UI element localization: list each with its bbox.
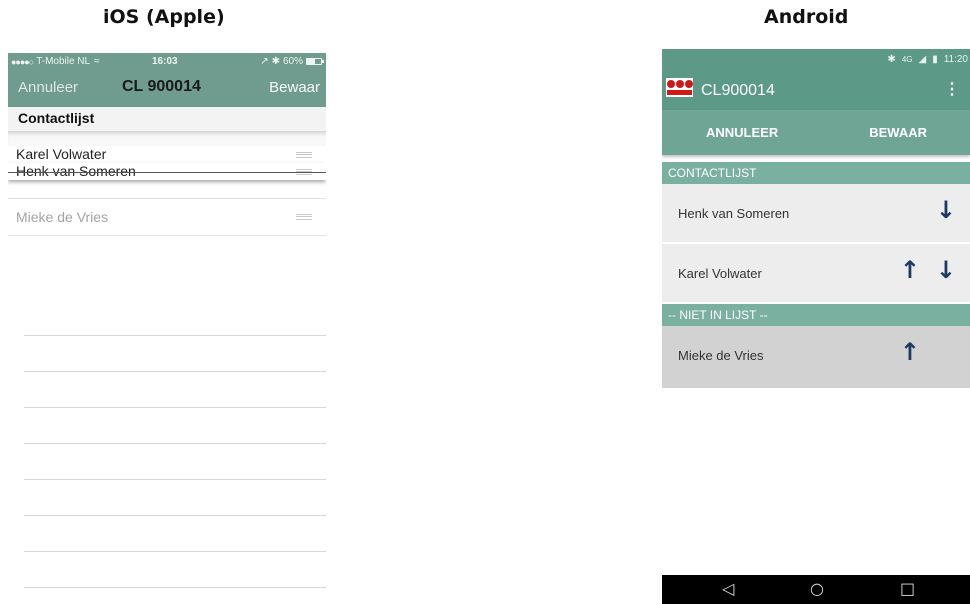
status-time: 16:03 xyxy=(152,56,178,67)
action-bar: ANNULEER BEWAAR xyxy=(662,110,970,155)
home-icon[interactable]: ○ xyxy=(810,579,824,598)
page-title: CL 900014 xyxy=(122,78,201,95)
cancel-button[interactable]: Annuleer xyxy=(18,79,78,96)
list-item: Mieke de Vries ↑ xyxy=(662,326,970,390)
move-down-arrow-icon[interactable]: ↓ xyxy=(936,256,956,284)
cancel-button[interactable]: ANNULEER xyxy=(706,125,778,140)
contact-name: Mieke de Vries xyxy=(16,209,109,225)
list-item[interactable]: Karel Volwater xyxy=(8,146,326,163)
contact-name: Mieke de Vries xyxy=(678,348,764,363)
bluetooth-icon: ✱ xyxy=(887,54,896,65)
android-heading: Android xyxy=(764,6,849,28)
back-icon[interactable]: ◁ xyxy=(722,579,734,598)
signal-icon: ◢ xyxy=(918,54,927,65)
carrier-label: T-Mobile NL xyxy=(36,56,91,67)
move-down-arrow-icon[interactable]: ↓ xyxy=(936,196,956,224)
android-status-bar: ✱ 4G ◢ ▮ 11:20 xyxy=(662,49,970,71)
spacer xyxy=(662,155,970,162)
list-item-dragging[interactable]: Henk van Someren xyxy=(8,163,326,180)
save-button[interactable]: Bewaar xyxy=(269,79,320,96)
ios-nav-bar: Annuleer CL 900014 Bewaar xyxy=(8,70,326,107)
contact-name: Henk van Someren xyxy=(678,206,790,221)
save-button[interactable]: BEWAAR xyxy=(869,125,927,140)
ios-screen: ●●●●○ T-Mobile NL ≈ 16:03 ↗ ✱ 60% Annule… xyxy=(8,53,326,604)
location-icon: ↗ xyxy=(260,56,269,67)
battery-percent: 60% xyxy=(282,56,303,67)
move-up-arrow-icon[interactable]: ↑ xyxy=(900,338,920,366)
android-screen: ✱ 4G ◢ ▮ 11:20 CL900014 ⋮ ANNULEER BEWAA… xyxy=(662,49,970,604)
signal-icon: ●●●●○ xyxy=(11,56,34,67)
battery-icon xyxy=(306,58,324,65)
move-up-arrow-icon[interactable]: ↑ xyxy=(900,256,920,284)
reorder-handle-icon[interactable] xyxy=(296,214,312,220)
page-title: CL900014 xyxy=(701,82,775,99)
ios-heading: iOS (Apple) xyxy=(103,6,225,28)
securitas-logo-icon xyxy=(666,78,693,97)
network-type: 4G xyxy=(901,55,913,64)
empty-rows xyxy=(24,300,326,588)
android-nav-bar: ◁ ○ □ xyxy=(662,575,970,604)
bluetooth-icon: ✱ xyxy=(271,56,280,67)
reorder-handle-icon[interactable] xyxy=(296,152,312,158)
contact-name: Karel Volwater xyxy=(16,146,107,162)
recents-icon[interactable]: □ xyxy=(900,579,915,598)
android-toolbar: CL900014 ⋮ xyxy=(662,71,970,110)
section-spacer xyxy=(8,132,326,146)
section-header-contactlist: CONTACTLIJST xyxy=(662,162,970,184)
contact-name: Henk van Someren xyxy=(16,163,136,179)
status-time: 11:20 xyxy=(943,54,968,65)
section-header-contactlist: Contactlijst xyxy=(8,107,326,132)
section-header-not-in-list: -- NIET IN LIJST -- xyxy=(662,304,970,326)
wifi-icon: ≈ xyxy=(94,56,100,67)
list-item: Henk van Someren ↓ xyxy=(662,184,970,244)
list-item: Karel Volwater ↑ ↓ xyxy=(662,244,970,304)
overflow-menu-icon[interactable]: ⋮ xyxy=(944,79,960,99)
reorder-handle-icon[interactable] xyxy=(296,169,312,175)
list-item[interactable]: Mieke de Vries xyxy=(8,198,326,236)
battery-icon: ▮ xyxy=(932,54,938,65)
ios-status-bar: ●●●●○ T-Mobile NL ≈ 16:03 ↗ ✱ 60% xyxy=(8,53,326,70)
contact-name: Karel Volwater xyxy=(678,266,762,281)
